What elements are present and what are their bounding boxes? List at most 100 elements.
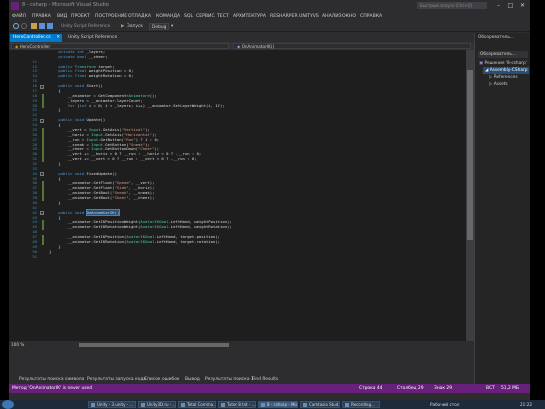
menu-help[interactable]: СПРАВКА [360,12,382,21]
code-line[interactable]: __animator.SetIKRotationWeight(AvatarIKG… [49,224,232,230]
vertical-scrollbar[interactable] [466,50,474,341]
quick-launch-input[interactable]: Быстрый запуск (Ctrl+Q) [417,2,487,9]
status-column: Столбец 29 [397,386,424,391]
menu-analyze[interactable]: АНАЛИЗ [322,12,342,21]
vertical-scroll-thumb[interactable] [467,70,473,240]
start-label: Запуск [127,24,144,29]
code-editor[interactable]: 11 12 13 14 15 16−17 18 19 20 21 22 23−24 25 26 27 28 29… [9,49,474,341]
save-icon[interactable] [39,23,45,29]
menu-architecture[interactable]: АРХИТЕКТУРА [233,12,266,21]
code-line[interactable]: __animator.SetBool("Cheer", __cheer); [49,195,155,201]
config-chevron-down-icon[interactable]: ▾ [171,23,173,30]
menu-debug[interactable]: ОТЛАДКА [128,12,151,21]
code-line[interactable]: } [49,200,60,206]
code-line[interactable]: __vert += __vert > 0 ? __run : __vert < … [49,156,197,162]
back-icon[interactable] [13,23,19,29]
change-marker [42,157,44,162]
zoom-level[interactable]: 100 % [11,342,24,347]
menu-resharper[interactable]: RESHARPER [270,12,298,21]
close-icon[interactable]: ✕ [517,1,528,10]
code-line[interactable]: public float weightRotation = 0; [49,73,133,79]
expand-chevron-icon: ◢ [485,68,489,73]
start-orb-icon[interactable] [2,400,14,409]
code-line[interactable]: private bool __cheer; [49,54,107,60]
tab-error-list[interactable]: Список ошибок [144,375,180,384]
horizontal-scrollbar[interactable]: 100 % [9,341,474,349]
menu-project[interactable]: ПРОЕКТ [71,12,90,21]
tab-code-run-results[interactable]: Результаты запуска кода [87,375,146,384]
line-number-gutter: 11 12 13 14 15 16−17 18 19 20 21 22 23−24 25 26 27 28 29… [9,50,45,341]
solution-node-label: Решение '8-csharp' [484,61,527,66]
desktop-toolbar-label[interactable]: Рабочий стол [430,400,459,409]
horizontal-scroll-thumb[interactable] [79,343,229,347]
method-icon: ◆ [237,44,241,49]
code-line[interactable]: __animator.SetIKRotation(AvatarIKGoal.Le… [49,239,220,245]
solution-icon: ▣ [479,61,484,66]
tab-unity-script-reference[interactable]: Unity Script Reference [65,34,120,42]
tab-output[interactable]: Вывод [185,375,200,384]
tab-find-results-1[interactable]: Результаты поиска 1 [205,375,254,384]
save-all-icon[interactable] [47,23,53,29]
menu-edit[interactable]: ПРАВКА [32,12,51,21]
menu-file[interactable]: ФАЙЛ [12,12,26,21]
line-number: 51 [32,253,37,259]
code-line[interactable]: for (int i = 0; i < _layers; i++) __anim… [49,103,225,109]
solution-node[interactable]: ▣ Решение '8-csharp' [479,60,527,67]
attach-to-unity-dropdown[interactable]: Unity Script Reference [61,23,110,30]
forward-icon[interactable] [21,23,27,29]
start-button[interactable]: ▶ Запуск [121,23,143,30]
change-marker [42,196,44,201]
status-insert-mode: ВСТ [486,386,495,391]
collapse-arrow-icon: ▷ [489,75,493,80]
visual-studio-window: 8 - csharp - Microsoft Visual Studio Быс… [9,0,530,400]
menu-bar: ФАЙЛ ПРАВКА ВИД ПРОЕКТ ПОСТРОЕНИЕ ОТЛАДК… [9,12,530,21]
class-dropdown[interactable]: ◆ HeroController [11,43,229,49]
taskbar-item-recording[interactable]: Recording... [342,401,380,408]
taskbar-item-camtasia[interactable]: Camtasia Stud... [300,401,340,408]
taskbar-item-browser[interactable]: Unity3D.ru - ... [138,401,176,408]
tab-find-results[interactable]: Find Results [252,375,278,384]
solution-explorer-panel: Обозреватель... Обозреватель... ▣ Решени… [474,33,530,384]
config-dropdown[interactable]: Debug [149,23,170,30]
member-dropdown[interactable]: ◆ OnAnimatorIK() [233,43,471,49]
code-line[interactable]: } [49,249,51,255]
menu-sql[interactable]: SQL [184,12,193,21]
clock[interactable]: 21:22 [520,400,532,409]
menu-tools[interactable]: СЕРВИС [196,12,215,21]
tab-close-icon[interactable]: ✕ [56,34,60,42]
status-char: Знак 29 [434,386,453,391]
menu-window[interactable]: ОКНО [342,12,356,21]
tab-label: HeroController.cs [13,35,51,40]
menu-test[interactable]: ТЕСТ [217,12,229,21]
tab-symbol-search-results[interactable]: Результаты поиска символа [19,375,84,384]
play-icon: ▶ [121,24,125,29]
references-node[interactable]: ▷ References [489,74,518,81]
windows-taskbar: Unity - 3.unity - ... Unity3D.ru - ... T… [0,400,545,409]
taskbar-item-unity[interactable]: Unity - 3.unity - ... [88,401,136,408]
minimize-icon[interactable]: – [493,1,504,10]
change-indicator-bar [42,50,44,341]
maximize-icon[interactable]: □ [505,1,516,10]
code-line[interactable]: } [49,161,60,167]
tab-herocontroller[interactable]: HeroController.cs ✕ [10,34,62,42]
tab-label: Unity Script Reference [68,35,118,40]
assets-node[interactable]: ▷ Assets [489,81,508,88]
menu-view[interactable]: ВИД [57,12,67,21]
change-marker [42,225,44,231]
bottom-panel-tabs: Результаты поиска символа Результаты зап… [9,375,474,384]
assets-node-label: Assets [493,82,508,87]
open-file-icon[interactable] [31,23,37,29]
taskbar-item-total-commander[interactable]: Total Comma... [178,401,216,408]
project-node[interactable]: ◢ Assembly-CSharp [483,67,530,74]
change-marker [42,103,44,109]
window-title: 8 - csharp - Microsoft Visual Studio [22,2,109,8]
menu-team[interactable]: КОМАНДА [156,12,180,21]
taskbar-item-notepad[interactable]: Tutor 8.txt - ... [218,401,256,408]
solution-search-input[interactable]: Обозреватель... [478,51,528,58]
references-node-label: References [493,75,518,80]
class-icon: ◆ [15,44,19,49]
menu-build[interactable]: ПОСТРОЕНИЕ [95,12,127,21]
menu-unityvs[interactable]: UNITYVS [299,12,319,21]
code-line[interactable]: } [49,108,60,113]
taskbar-item-visual-studio[interactable]: 8 - csharp - Mic... [258,401,298,408]
